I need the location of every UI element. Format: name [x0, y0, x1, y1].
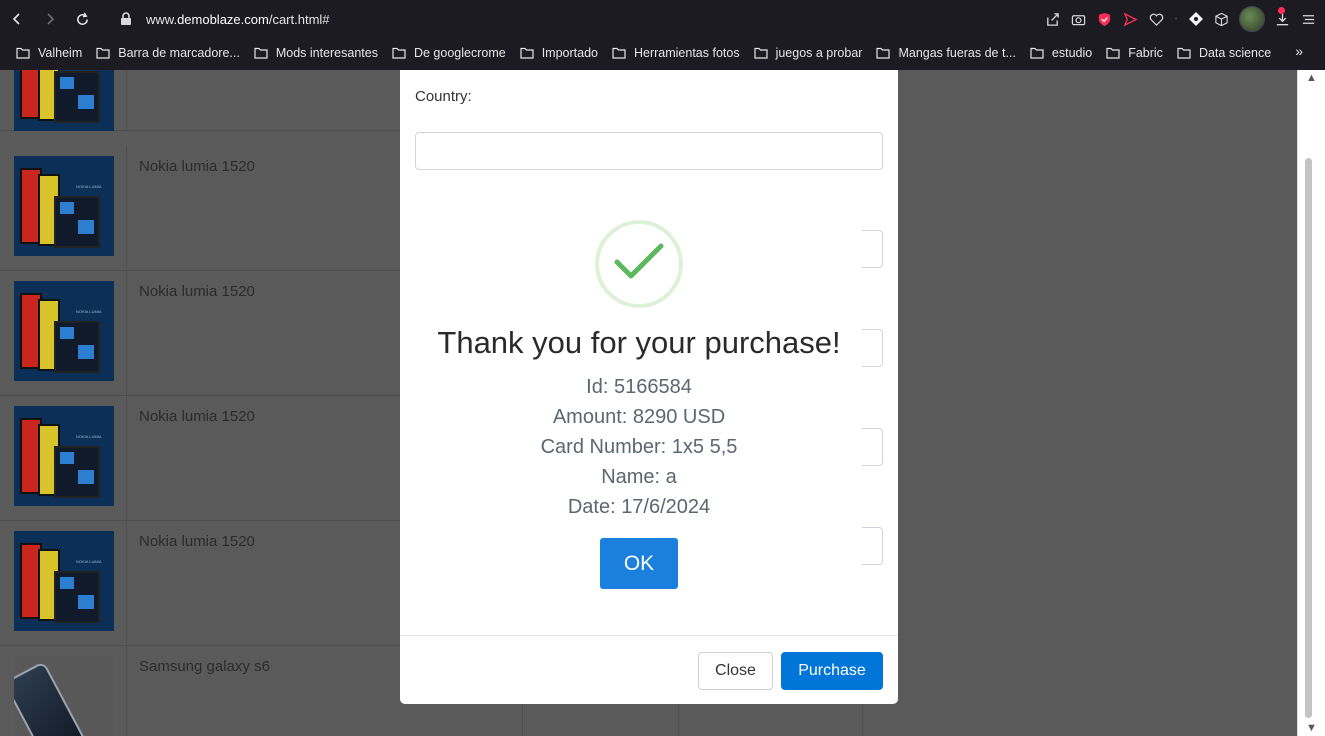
month-input[interactable]	[862, 428, 883, 466]
order-card-number: Card Number: 1x5 5,5	[540, 436, 738, 458]
back-button[interactable]	[0, 0, 33, 38]
browser-toolbar: www.demoblaze.com/cart.html# ·	[0, 0, 1325, 38]
purchase-details: Id: 5166584 Amount: 8290 USD Card Number…	[420, 372, 858, 522]
toolbar-right-icons: ·	[1044, 0, 1317, 38]
order-name: Name: a	[601, 466, 677, 488]
folder-icon	[96, 47, 110, 59]
separator-icon: ·	[1173, 10, 1179, 27]
city-input[interactable]	[862, 230, 883, 268]
year-input[interactable]	[862, 527, 883, 565]
product-image: NOKIA LUMIA	[14, 156, 114, 256]
bookmark-folder[interactable]: estudio	[1030, 46, 1092, 60]
order-amount: Amount: 8290 USD	[552, 406, 726, 428]
product-image	[14, 656, 114, 736]
product-name: Nokia lumia 1520	[139, 533, 255, 550]
ok-button[interactable]: OK	[600, 538, 678, 589]
camera-icon[interactable]	[1070, 11, 1087, 28]
modal-footer: Close Purchase	[400, 635, 898, 704]
product-name: Nokia lumia 1520	[139, 158, 255, 175]
folder-icon	[612, 47, 626, 59]
folder-icon	[1177, 47, 1191, 59]
address-bar[interactable]: www.demoblaze.com/cart.html#	[120, 0, 330, 38]
product-name: Samsung galaxy s6	[139, 658, 270, 675]
profile-avatar[interactable]	[1239, 6, 1265, 32]
order-id: Id: 5166584	[586, 376, 692, 398]
success-check-icon	[595, 220, 683, 308]
lock-icon	[121, 12, 131, 25]
heart-icon[interactable]	[1148, 11, 1165, 28]
folder-icon	[1030, 47, 1044, 59]
folder-icon	[392, 47, 406, 59]
scrollbar-thumb[interactable]	[1305, 158, 1312, 718]
extension-icon[interactable]	[1187, 11, 1204, 28]
share-icon[interactable]	[1044, 11, 1061, 28]
order-date: Date: 17/6/2024	[567, 496, 711, 518]
bookmarks-overflow-icon[interactable]: »	[1295, 43, 1303, 59]
product-image: NOKIA LUMIA	[14, 406, 114, 506]
country-input[interactable]	[415, 132, 883, 170]
cube-icon[interactable]	[1213, 11, 1230, 28]
folder-icon	[520, 47, 534, 59]
folder-icon	[254, 47, 268, 59]
product-image	[14, 70, 114, 131]
product-name: Nokia lumia 1520	[139, 408, 255, 425]
url-text[interactable]: www.demoblaze.com/cart.html#	[146, 12, 330, 27]
product-image: NOKIA LUMIA	[14, 531, 114, 631]
bookmark-folder[interactable]: Mangas fueras de t...	[876, 46, 1016, 60]
bookmark-folder[interactable]: Mods interesantes	[254, 46, 378, 60]
bookmark-folder[interactable]: Herramientas fotos	[612, 46, 740, 60]
folder-icon	[1106, 47, 1120, 59]
folder-icon	[753, 47, 768, 59]
scroll-down-icon[interactable]: ▼	[1306, 722, 1317, 734]
credit-card-input[interactable]	[862, 329, 883, 367]
bookmark-folder[interactable]: Importado	[520, 46, 598, 60]
bookmark-folder[interactable]: Data science	[1177, 46, 1271, 60]
shield-icon[interactable]	[1096, 11, 1113, 28]
scroll-up-icon[interactable]: ▲	[1306, 72, 1317, 84]
country-label: Country:	[415, 88, 472, 105]
bookmark-folder[interactable]: juegos a probar	[753, 46, 862, 60]
bookmark-folder[interactable]: De googlecrome	[392, 46, 506, 60]
bookmark-folder[interactable]: Valheim	[16, 46, 82, 60]
bookmarks-bar: Valheim Barra de marcadore... Mods inter…	[0, 38, 1325, 68]
bookmark-folder[interactable]: Barra de marcadore...	[96, 46, 240, 60]
purchase-success-alert: Thank you for your purchase! Id: 5166584…	[420, 200, 858, 610]
reload-button[interactable]	[66, 0, 99, 38]
notification-dot	[1278, 7, 1285, 14]
page-scrollbar[interactable]: ▲ ▼	[1297, 70, 1325, 736]
back-arrow-icon	[12, 13, 20, 25]
bookmark-folder[interactable]: Fabric	[1106, 46, 1163, 60]
close-button[interactable]: Close	[698, 652, 773, 690]
folder-icon	[876, 47, 891, 59]
forward-arrow-icon	[46, 13, 54, 25]
reload-icon	[77, 12, 88, 25]
menu-icon[interactable]	[1300, 11, 1317, 28]
folder-icon	[16, 47, 30, 59]
product-name: Nokia lumia 1520	[139, 283, 255, 300]
forward-button[interactable]	[33, 0, 66, 38]
alert-title: Thank you for your purchase!	[437, 325, 841, 360]
purchase-button[interactable]: Purchase	[781, 652, 883, 690]
product-image: NOKIA LUMIA	[14, 281, 114, 381]
send-icon[interactable]	[1122, 11, 1139, 28]
